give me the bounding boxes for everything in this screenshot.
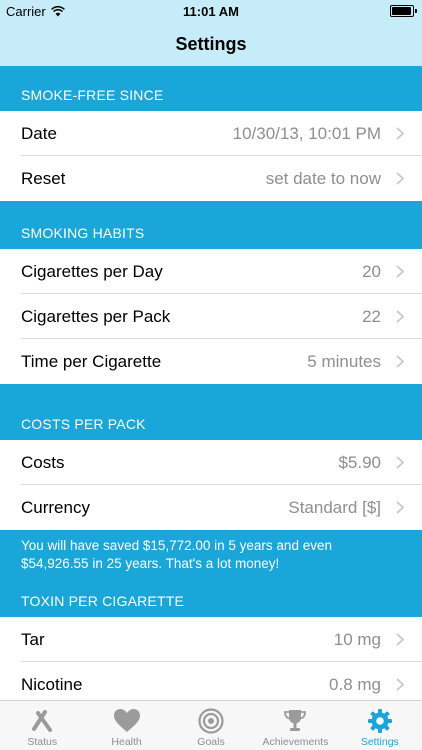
tab-achievements[interactable]: Achievements — [253, 701, 337, 750]
chevron-right-icon — [396, 662, 404, 700]
section-header-label: SMOKING HABITS — [21, 225, 145, 241]
section-header-label: COSTS PER PACK — [21, 416, 146, 432]
tab-bar: Status Health Goals Achievements Setting… — [0, 700, 422, 750]
chevron-right-icon — [396, 156, 404, 201]
row-label: Date — [21, 123, 57, 143]
section-header-toxin: TOXIN PER CIGARETTE — [0, 578, 422, 617]
chevron-right-icon — [396, 249, 404, 294]
target-icon — [198, 708, 224, 734]
tab-status[interactable]: Status — [0, 701, 84, 750]
row-tar[interactable]: Tar 10 mg — [0, 617, 422, 662]
chevron-right-icon — [396, 294, 404, 339]
row-cigarettes-per-pack[interactable]: Cigarettes per Pack 22 — [0, 294, 422, 339]
section-header-costs-per-pack: COSTS PER PACK — [0, 384, 422, 440]
row-time-per-cigarette[interactable]: Time per Cigarette 5 minutes — [0, 339, 422, 384]
row-value: $5.90 — [338, 452, 381, 472]
tab-label: Achievements — [262, 736, 329, 748]
row-reset[interactable]: Reset set date to now — [0, 156, 422, 201]
row-costs[interactable]: Costs $5.90 — [0, 440, 422, 485]
row-value: set date to now — [265, 168, 381, 188]
row-cigarettes-per-day[interactable]: Cigarettes per Day 20 — [0, 249, 422, 294]
status-time: 11:01 AM — [183, 4, 239, 19]
heart-icon — [113, 709, 140, 732]
row-label: Time per Cigarette — [21, 351, 162, 371]
chevron-right-icon — [396, 485, 404, 530]
chevron-right-icon — [396, 617, 404, 662]
tab-label: Status — [27, 736, 58, 748]
status-bar: Carrier 11:01 AM — [0, 0, 422, 22]
row-value: 0.8 mg — [329, 674, 381, 694]
chevron-right-icon — [396, 339, 404, 384]
row-label: Nicotine — [21, 674, 83, 694]
row-value: Standard [$] — [288, 497, 381, 517]
row-nicotine[interactable]: Nicotine 0.8 mg — [0, 662, 422, 700]
row-label: Cigarettes per Day — [21, 261, 163, 281]
navigation-bar: Settings — [0, 22, 422, 66]
chevron-right-icon — [396, 111, 404, 156]
row-value: 22 — [362, 306, 381, 326]
row-value: 10/30/13, 10:01 PM — [232, 123, 381, 143]
tab-goals[interactable]: Goals — [169, 701, 253, 750]
gear-icon — [367, 709, 392, 733]
tab-settings[interactable]: Settings — [338, 701, 422, 750]
savings-note: You will have saved $15,772.00 in 5 year… — [21, 538, 332, 571]
row-value: 5 minutes — [307, 351, 381, 371]
x-mark-icon — [32, 710, 53, 732]
tab-health[interactable]: Health — [84, 701, 168, 750]
tab-label: Goals — [197, 736, 225, 748]
row-label: Costs — [21, 452, 65, 472]
page-title: Settings — [175, 33, 247, 54]
section-header-smoking-habits: SMOKING HABITS — [0, 201, 422, 249]
chevron-right-icon — [396, 440, 404, 485]
row-value: 10 mg — [333, 629, 381, 649]
section-header-label: TOXIN PER CIGARETTE — [21, 593, 185, 609]
section-header-label: SMOKE-FREE SINCE — [21, 87, 164, 103]
row-label: Reset — [21, 168, 66, 188]
row-date[interactable]: Date 10/30/13, 10:01 PM — [0, 111, 422, 156]
tab-label: Health — [111, 736, 142, 748]
row-label: Cigarettes per Pack — [21, 306, 171, 326]
settings-list[interactable]: SMOKE-FREE SINCE Date 10/30/13, 10:01 PM… — [0, 66, 422, 700]
row-label: Currency — [21, 497, 90, 517]
trophy-icon — [284, 710, 307, 731]
row-currency[interactable]: Currency Standard [$] — [0, 485, 422, 530]
row-value: 20 — [362, 261, 381, 281]
row-label: Tar — [21, 629, 45, 649]
tab-label: Settings — [360, 736, 399, 748]
battery-icon — [390, 5, 417, 17]
section-header-smoke-free: SMOKE-FREE SINCE — [0, 66, 422, 111]
